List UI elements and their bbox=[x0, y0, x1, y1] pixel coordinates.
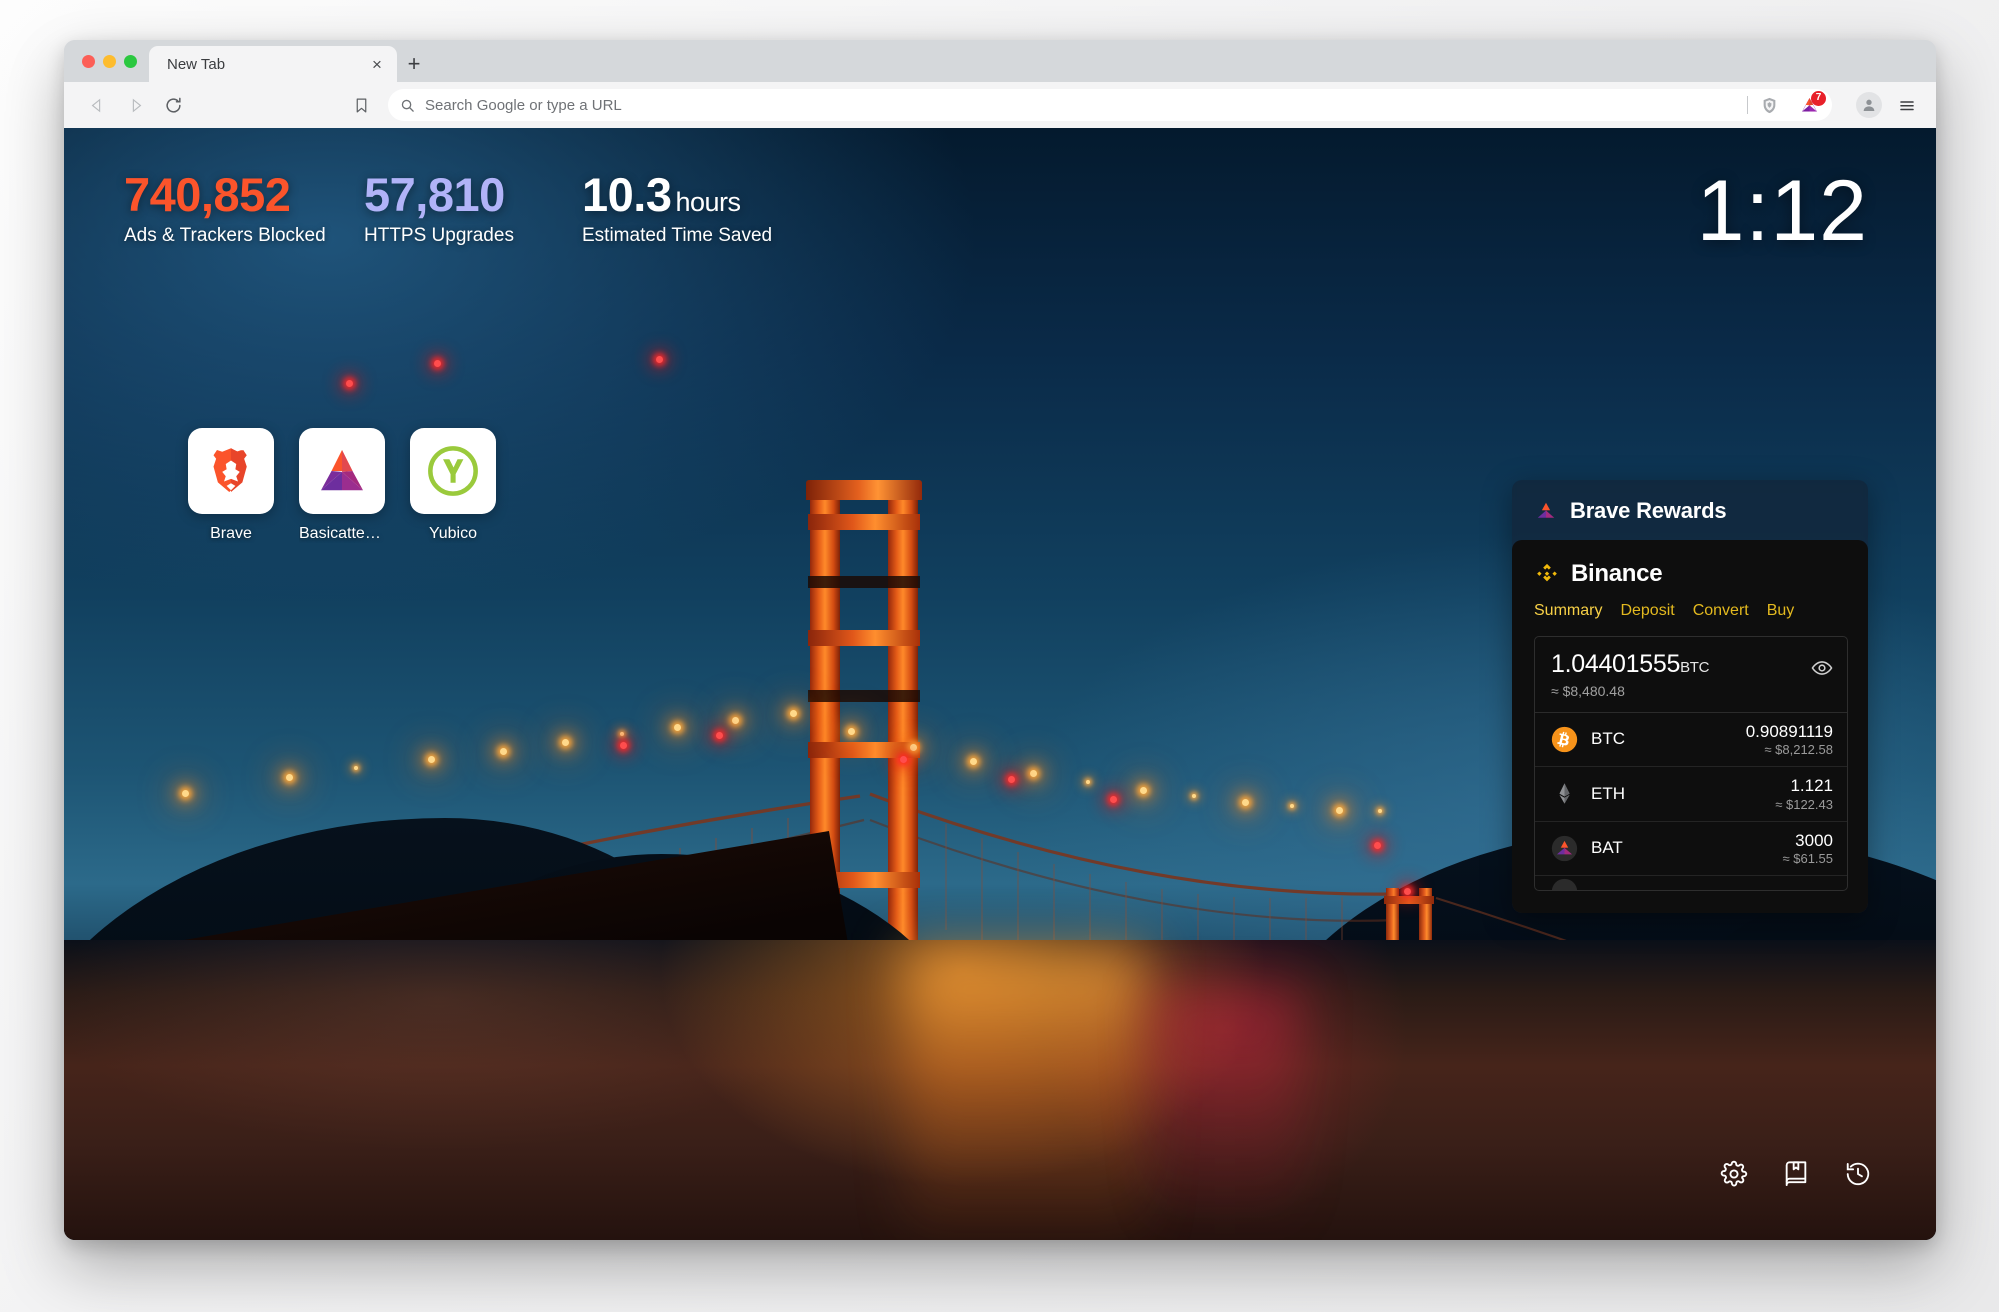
stat-ads-label: Ads & Trackers Blocked bbox=[124, 225, 326, 247]
asset-amount: 1.121 bbox=[1790, 776, 1833, 796]
bitcoin-icon bbox=[1551, 726, 1578, 753]
asset-symbol: BAT bbox=[1591, 838, 1623, 858]
balance-amount: 1.04401555 bbox=[1551, 650, 1681, 678]
desktop-backdrop: New Tab × + Search Google or type a URL … bbox=[0, 0, 1999, 1312]
asset-row[interactable]: BTC 0.90891119 ≈ $8,212.58 bbox=[1535, 713, 1847, 768]
asset-values: 1.121 ≈ $122.43 bbox=[1775, 776, 1833, 812]
asset-row-partial[interactable] bbox=[1535, 876, 1847, 891]
asset-symbol: BTC bbox=[1591, 729, 1625, 749]
stat-time-label: Estimated Time Saved bbox=[582, 225, 773, 247]
bat-triangle-icon bbox=[1534, 499, 1558, 523]
bat-icon bbox=[1551, 835, 1578, 862]
stat-https-label: HTTPS Upgrades bbox=[364, 225, 514, 247]
ethereum-icon bbox=[1551, 780, 1578, 807]
ntp-footer-actions bbox=[1720, 1160, 1872, 1188]
binance-name: Binance bbox=[1571, 560, 1663, 587]
top-sites-tiles: Brave Basicatten... Yubico bbox=[188, 428, 496, 543]
hamburger-menu-icon[interactable] bbox=[1892, 88, 1922, 122]
tab-summary[interactable]: Summary bbox=[1534, 602, 1602, 620]
asset-fiat: ≈ $122.43 bbox=[1775, 796, 1833, 812]
rewards-title: Brave Rewards bbox=[1570, 498, 1727, 523]
asset-amount: 3000 bbox=[1795, 830, 1833, 850]
back-button[interactable] bbox=[80, 88, 114, 122]
tile-label: Basicatten... bbox=[299, 525, 385, 542]
asset-icon-partial bbox=[1551, 878, 1578, 891]
bat-triangle-icon bbox=[299, 428, 385, 514]
window-zoom-button[interactable] bbox=[124, 54, 137, 68]
tab-title: New Tab bbox=[167, 55, 226, 73]
tab-buy[interactable]: Buy bbox=[1767, 602, 1795, 620]
binance-card: Binance Summary Deposit Convert Buy 1.04… bbox=[1512, 540, 1868, 914]
bat-rewards-icon[interactable]: 7 bbox=[1799, 90, 1826, 116]
balance-box: 1.04401555BTC ≈ $8,480.48 BTC 0.90891119… bbox=[1534, 636, 1848, 892]
window-close-button[interactable] bbox=[82, 54, 95, 68]
bookmark-icon[interactable] bbox=[344, 88, 378, 122]
asset-amount: 0.90891119 bbox=[1745, 721, 1833, 741]
new-tab-page: 740,852 Ads & Trackers Blocked 57,810 HT… bbox=[64, 128, 1936, 1240]
tile-basicattention[interactable]: Basicatten... bbox=[299, 428, 385, 543]
tile-brave[interactable]: Brave bbox=[188, 428, 274, 543]
brave-shields-icon[interactable] bbox=[1760, 96, 1779, 115]
stat-https-upgrades: 57,810 HTTPS Upgrades bbox=[364, 170, 582, 247]
stat-https-value: 57,810 bbox=[364, 168, 505, 221]
brave-lion-icon bbox=[188, 428, 274, 514]
asset-fiat: ≈ $8,212.58 bbox=[1764, 742, 1833, 758]
total-balance: 1.04401555BTC ≈ $8,480.48 bbox=[1535, 637, 1847, 713]
balance-fiat: ≈ $8,480.48 bbox=[1551, 682, 1625, 699]
tab-close-icon[interactable]: × bbox=[367, 54, 387, 74]
binance-diamond-icon bbox=[1534, 561, 1560, 587]
asset-values: 3000 ≈ $61.55 bbox=[1782, 831, 1833, 867]
asset-row[interactable]: ETH 1.121 ≈ $122.43 bbox=[1535, 767, 1847, 822]
stat-time-unit: hours bbox=[675, 187, 741, 217]
asset-values: 0.90891119 ≈ $8,212.58 bbox=[1746, 722, 1833, 758]
address-bar-placeholder: Search Google or type a URL bbox=[425, 96, 622, 114]
search-icon bbox=[400, 98, 415, 113]
eye-icon[interactable] bbox=[1811, 651, 1833, 684]
rewards-header: Brave Rewards bbox=[1512, 480, 1868, 540]
reload-button[interactable] bbox=[156, 88, 190, 122]
balance-unit: BTC bbox=[1680, 659, 1710, 676]
stat-time-saved: 10.3 hours Estimated Time Saved bbox=[582, 170, 882, 247]
browser-toolbar: Search Google or type a URL 7 bbox=[64, 82, 1936, 128]
window-minimize-button[interactable] bbox=[103, 54, 116, 68]
tile-yubico[interactable]: Yubico bbox=[410, 428, 496, 543]
privacy-stats: 740,852 Ads & Trackers Blocked 57,810 HT… bbox=[124, 170, 882, 247]
tab-deposit[interactable]: Deposit bbox=[1620, 602, 1674, 620]
yubico-y-icon bbox=[410, 428, 496, 514]
address-bar[interactable]: Search Google or type a URL 7 bbox=[388, 89, 1832, 121]
tab-convert[interactable]: Convert bbox=[1693, 602, 1749, 620]
forward-button[interactable] bbox=[118, 88, 152, 122]
bookmarks-book-icon[interactable] bbox=[1782, 1160, 1810, 1188]
asset-fiat: ≈ $61.55 bbox=[1782, 851, 1833, 867]
omnibox-divider bbox=[1747, 96, 1748, 114]
browser-window: New Tab × + Search Google or type a URL … bbox=[64, 40, 1936, 1240]
tab-new-tab[interactable]: New Tab × bbox=[149, 46, 397, 82]
asset-symbol: ETH bbox=[1591, 783, 1625, 803]
settings-gear-icon[interactable] bbox=[1720, 1160, 1748, 1188]
tile-label: Brave bbox=[210, 525, 252, 542]
stat-time-number: 10.3 bbox=[582, 168, 672, 221]
tab-strip: New Tab × + bbox=[64, 40, 1936, 82]
profile-avatar-icon[interactable] bbox=[1856, 92, 1882, 118]
stat-ads-blocked: 740,852 Ads & Trackers Blocked bbox=[124, 170, 364, 247]
brave-rewards-widget: Brave Rewards Binance Summary Deposit Co… bbox=[1512, 480, 1868, 914]
new-tab-button[interactable]: + bbox=[397, 46, 431, 82]
balance-amount-row: 1.04401555BTC bbox=[1551, 650, 1710, 679]
window-traffic-lights bbox=[78, 40, 149, 82]
binance-brand: Binance bbox=[1534, 560, 1848, 588]
binance-tabs: Summary Deposit Convert Buy bbox=[1534, 602, 1848, 620]
history-clock-icon[interactable] bbox=[1844, 1160, 1872, 1188]
rewards-badge-count: 7 bbox=[1811, 90, 1826, 106]
clock: 1:12 bbox=[1696, 163, 1868, 259]
stat-ads-value: 740,852 bbox=[124, 168, 291, 221]
stat-time-value: 10.3 hours bbox=[582, 170, 882, 219]
asset-row[interactable]: BAT 3000 ≈ $61.55 bbox=[1535, 822, 1847, 877]
tile-label: Yubico bbox=[428, 525, 478, 542]
